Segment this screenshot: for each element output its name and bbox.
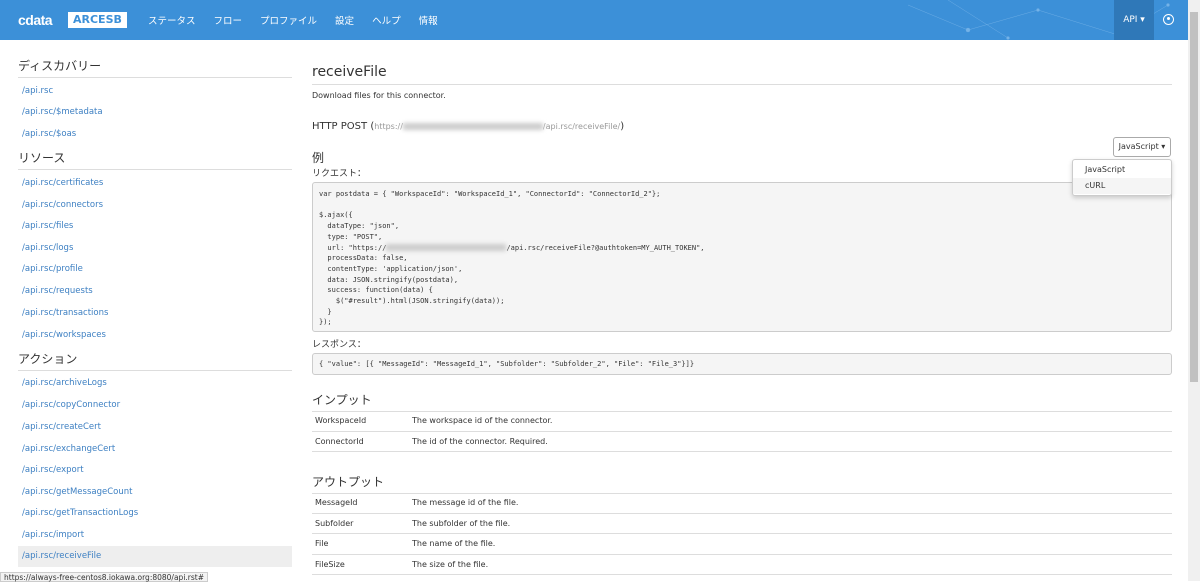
- table-row: WorkspaceId The workspace id of the conne…: [312, 411, 1172, 432]
- param-name: Subfolder: [315, 518, 354, 528]
- table-row: FileSize The size of the file.: [312, 555, 1172, 575]
- sidebar-link[interactable]: /api.rsc/certificates: [18, 173, 292, 194]
- sidebar-link[interactable]: /api.rsc/$metadata: [18, 102, 292, 123]
- sidebar-section-heading: リソース: [18, 149, 292, 170]
- sidebar-link[interactable]: /api.rsc/connectors: [18, 195, 292, 216]
- output-heading: アウトプット: [312, 473, 1172, 494]
- example-heading: 例: [312, 151, 325, 165]
- param-name: WorkspaceId: [315, 416, 367, 425]
- menu-info[interactable]: 情報: [419, 13, 438, 27]
- sidebar-link[interactable]: /api.rsc/profile: [18, 259, 292, 280]
- menu-help[interactable]: ヘルプ: [372, 13, 401, 27]
- code-block-b: /api.rsc/receiveFile?@authtoken=MY_AUTH_…: [319, 243, 705, 327]
- sidebar-link[interactable]: /api.rsc/logs: [18, 238, 292, 259]
- input-heading: インプット: [312, 391, 1172, 412]
- table-row: MessageId The message id of the file.: [312, 493, 1172, 514]
- sidebar-link[interactable]: /api.rsc: [18, 81, 292, 102]
- url-prefix: https://: [374, 122, 403, 131]
- sidebar-link[interactable]: /api.rsc/transactions: [18, 303, 292, 324]
- sidebar-link[interactable]: /api.rsc/export: [18, 460, 292, 481]
- page-title: receiveFile: [312, 64, 1172, 85]
- param-description: The name of the file.: [412, 539, 496, 548]
- top-navbar: cdata ARCESB ステータス フロー プロファイル 設定 ヘルプ 情報 …: [0, 0, 1188, 40]
- url-suffix: /api.rsc/receiveFile/: [542, 122, 621, 131]
- sidebar-link[interactable]: /api.rsc/exchangeCert: [18, 439, 292, 460]
- sidebar-link[interactable]: /api.rsc/import: [18, 525, 292, 546]
- code-line: var postdata = { "WorkspaceId": "Workspa…: [319, 190, 661, 198]
- table-row: File The name of the file.: [312, 534, 1172, 555]
- param-description: The subfolder of the file.: [412, 518, 511, 528]
- sidebar-link[interactable]: /api.rsc/receiveFile: [18, 546, 292, 567]
- request-code: var postdata = { "WorkspaceId": "Workspa…: [312, 182, 1172, 332]
- sidebar-link[interactable]: /api.rsc/workspaces: [18, 325, 292, 346]
- language-select-button[interactable]: JavaScript ▾: [1113, 137, 1171, 157]
- sidebar-link[interactable]: /api.rsc/getTransactionLogs: [18, 503, 292, 524]
- table-row: ConnectorId The id of the connector. Requ…: [312, 432, 1172, 452]
- response-label: レスポンス：: [312, 340, 366, 350]
- sidebar-link[interactable]: /api.rsc/files: [18, 216, 292, 237]
- description: Download files for this connector.: [312, 91, 446, 100]
- scrollbar-thumb[interactable]: [1190, 12, 1198, 382]
- sidebar-link[interactable]: /api.rsc/copyConnector: [18, 395, 292, 416]
- menu-flow[interactable]: フロー: [214, 13, 243, 27]
- lang-option-javascript[interactable]: JavaScript: [1073, 162, 1171, 178]
- redacted-host: [386, 244, 507, 252]
- param-name: FileSize: [315, 559, 345, 569]
- param-description: The size of the file.: [412, 559, 489, 569]
- param-description: The id of the connector. Required.: [412, 436, 548, 446]
- endpoint-line: HTTP POST (https:///api.rsc/receiveFile/…: [312, 121, 625, 132]
- lang-option-curl[interactable]: cURL: [1073, 178, 1171, 194]
- request-label: リクエスト：: [312, 169, 367, 179]
- param-description: The workspace id of the connector.: [412, 416, 553, 425]
- sidebar-link[interactable]: /api.rsc/$oas: [18, 124, 292, 145]
- arcesb-logo[interactable]: ARCESB: [68, 12, 127, 28]
- http-method: HTTP POST: [312, 121, 368, 132]
- sidebar-link[interactable]: /api.rsc/archiveLogs: [18, 373, 292, 394]
- menu-status[interactable]: ステータス: [148, 13, 196, 27]
- main-menu: ステータス フロー プロファイル 設定 ヘルプ 情報: [148, 13, 438, 27]
- sidebar-section-heading: アクション: [18, 350, 292, 371]
- menu-settings[interactable]: 設定: [335, 13, 354, 27]
- endpoint-url: https:// /api.rsc/receiveFile/: [374, 122, 620, 131]
- language-dropdown-menu: JavaScript cURL: [1072, 159, 1172, 196]
- user-icon[interactable]: [1163, 14, 1174, 25]
- table-row: Subfolder The subfolder of the file.: [312, 514, 1172, 534]
- sidebar-link[interactable]: /api.rsc/createCert: [18, 417, 292, 438]
- menu-profile[interactable]: プロファイル: [260, 13, 317, 27]
- cdata-logo[interactable]: cdata: [18, 12, 53, 28]
- param-name: File: [315, 539, 329, 548]
- param-description: The message id of the file.: [412, 498, 519, 507]
- sidebar-link[interactable]: /api.rsc/requests: [18, 281, 292, 302]
- api-dropdown[interactable]: API ▾: [1114, 0, 1154, 40]
- redacted-host: [402, 123, 543, 130]
- param-name: MessageId: [315, 498, 358, 507]
- sidebar-section-heading: ディスカバリー: [18, 57, 292, 78]
- output-table: MessageId The message id of the file. Subf…: [312, 493, 1172, 575]
- input-table: WorkspaceId The workspace id of the conne…: [312, 411, 1172, 452]
- param-name: ConnectorId: [315, 436, 364, 446]
- response-code: { "value": [{ "MessageId": "MessageId_1"…: [312, 353, 1172, 375]
- sidebar-link[interactable]: /api.rsc/getMessageCount: [18, 482, 292, 503]
